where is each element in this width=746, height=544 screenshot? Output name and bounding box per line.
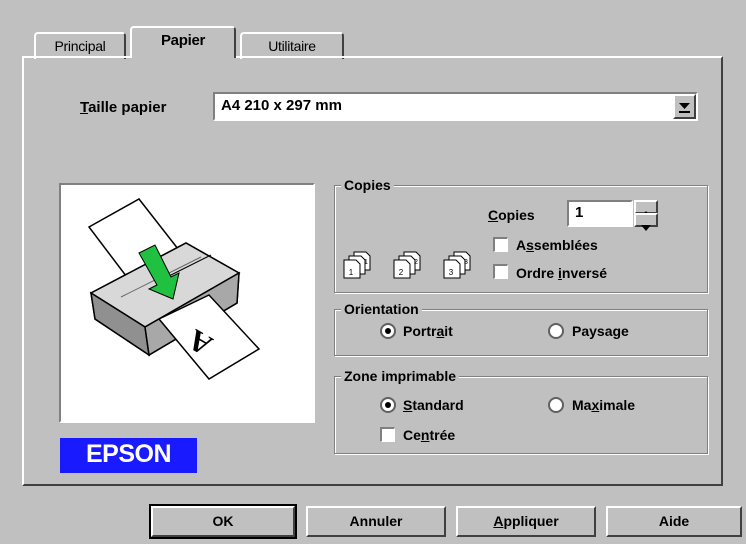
copies-group-title: Copies xyxy=(341,176,394,194)
orientation-group-title: Orientation xyxy=(341,300,422,318)
apply-button-label: Appliquer xyxy=(493,513,559,529)
copies-label: Copies xyxy=(488,207,535,223)
cancel-button[interactable]: Annuler xyxy=(306,506,446,537)
tab-papier[interactable]: Papier xyxy=(130,26,236,58)
radio-selected-dot xyxy=(385,328,391,334)
tab-principal[interactable]: Principal xyxy=(34,32,126,59)
tab-principal-label: Principal xyxy=(54,38,106,54)
copies-spinner-input[interactable]: 1 xyxy=(567,200,633,227)
reverse-order-checkbox[interactable] xyxy=(493,264,508,279)
svg-text:3: 3 xyxy=(449,268,454,277)
cancel-button-label: Annuler xyxy=(349,513,403,529)
apply-button[interactable]: Appliquer xyxy=(456,506,596,537)
portrait-label[interactable]: Portrait xyxy=(403,322,453,340)
epson-logo-text: EPSON xyxy=(85,440,172,468)
printer-illustration: A xyxy=(87,198,261,380)
ok-button-label: OK xyxy=(212,513,234,529)
collate-stack-icon-3: 3 3 xyxy=(442,250,472,280)
copies-spinner-down-button[interactable] xyxy=(634,213,658,231)
printable-area-group: Zone imprimable xyxy=(334,367,708,454)
radio-selected-dot xyxy=(385,402,391,408)
svg-text:1: 1 xyxy=(364,259,368,266)
help-button[interactable]: Aide xyxy=(606,506,742,537)
portrait-radio[interactable] xyxy=(380,323,396,339)
printer-preview: A xyxy=(59,183,315,423)
collate-stack-icon-1: 1 1 xyxy=(342,250,372,280)
collate-stack-icon-2: 2 2 xyxy=(392,250,422,280)
svg-text:3: 3 xyxy=(464,259,468,266)
dropdown-arrow-button[interactable] xyxy=(673,94,696,119)
printable-area-group-title: Zone imprimable xyxy=(341,367,460,385)
svg-text:2: 2 xyxy=(399,268,404,277)
landscape-label[interactable]: Paysage xyxy=(572,322,629,340)
copies-spinner-up-button[interactable] xyxy=(634,200,658,217)
landscape-radio[interactable] xyxy=(548,323,564,339)
paper-size-value: A4 210 x 297 mm xyxy=(221,97,342,114)
tab-utilitaire-label: Utilitaire xyxy=(268,38,316,54)
tab-papier-label: Papier xyxy=(160,32,206,49)
paper-size-label: Taille papier xyxy=(80,99,167,116)
svg-text:1: 1 xyxy=(349,268,354,277)
tab-utilitaire[interactable]: Utilitaire xyxy=(240,32,344,59)
spin-down-icon xyxy=(641,218,651,235)
paper-size-select[interactable]: A4 210 x 297 mm xyxy=(213,92,698,121)
maximal-radio[interactable] xyxy=(548,397,564,413)
chevron-down-icon xyxy=(678,98,691,115)
svg-text:2: 2 xyxy=(414,259,418,266)
copies-value: 1 xyxy=(575,204,584,221)
centered-label[interactable]: Centrée xyxy=(403,426,455,444)
collate-label[interactable]: Assemblées xyxy=(516,236,598,254)
standard-radio[interactable] xyxy=(380,397,396,413)
centered-checkbox[interactable] xyxy=(380,427,395,442)
epson-logo: EPSON xyxy=(60,438,197,473)
maximal-label[interactable]: Maximale xyxy=(572,396,635,414)
help-button-label: Aide xyxy=(658,513,690,529)
standard-label[interactable]: Standard xyxy=(403,396,464,414)
collate-checkbox[interactable] xyxy=(493,237,508,252)
ok-button[interactable]: OK xyxy=(149,504,297,539)
reverse-order-label[interactable]: Ordre inversé xyxy=(516,264,607,282)
